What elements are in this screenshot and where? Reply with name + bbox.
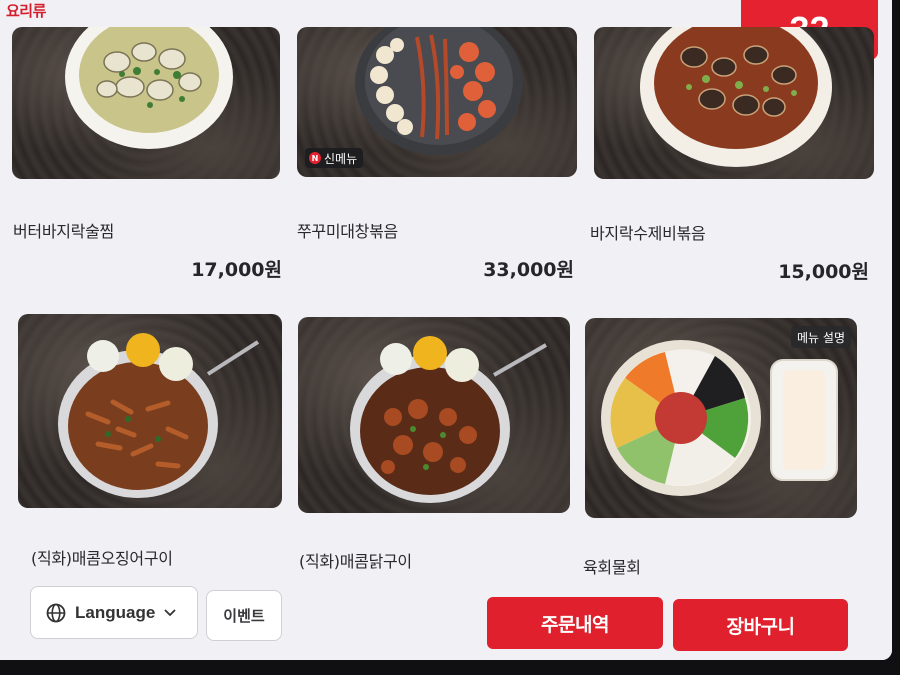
new-icon: N <box>309 152 321 164</box>
menu-item-name: 쭈꾸미대창볶음 <box>297 222 398 241</box>
chevron-down-icon <box>164 608 176 616</box>
menu-item-price: 33,000원 <box>483 259 574 281</box>
category-title: 요리류 <box>6 2 46 20</box>
globe-icon <box>46 603 66 622</box>
menu-item-image[interactable]: 메뉴 설명 <box>585 318 857 518</box>
menu-item-name: 버터바지락술찜 <box>13 222 114 241</box>
language-button[interactable]: Language <box>30 586 198 639</box>
order-history-button[interactable]: 주문내역 <box>487 597 663 649</box>
new-menu-badge: N 신메뉴 <box>305 148 364 168</box>
menu-item-image[interactable]: N 신메뉴 <box>297 27 577 177</box>
language-label: Language <box>75 602 156 622</box>
event-button[interactable]: 이벤트 <box>206 590 282 641</box>
kiosk-screen: 요리류 32 버터바지락술찜 17,000원 <box>0 0 892 660</box>
menu-item-image[interactable] <box>18 314 282 508</box>
cart-button[interactable]: 장바구니 <box>673 599 848 651</box>
menu-item-name: 육회물회 <box>583 558 641 577</box>
new-menu-badge-label: 신메뉴 <box>324 151 358 166</box>
menu-item-name: (직화)매콤닭구이 <box>299 552 412 571</box>
menu-item-name: 바지락수제비볶음 <box>590 224 706 243</box>
menu-description-badge[interactable]: 메뉴 설명 <box>791 326 851 348</box>
menu-item-image[interactable] <box>12 27 280 179</box>
menu-item-image[interactable] <box>594 27 874 179</box>
menu-item-image[interactable] <box>298 317 570 513</box>
menu-item-name: (직화)매콤오징어구이 <box>31 549 173 568</box>
menu-item-price: 15,000원 <box>778 261 869 283</box>
menu-item-price: 17,000원 <box>191 259 282 281</box>
